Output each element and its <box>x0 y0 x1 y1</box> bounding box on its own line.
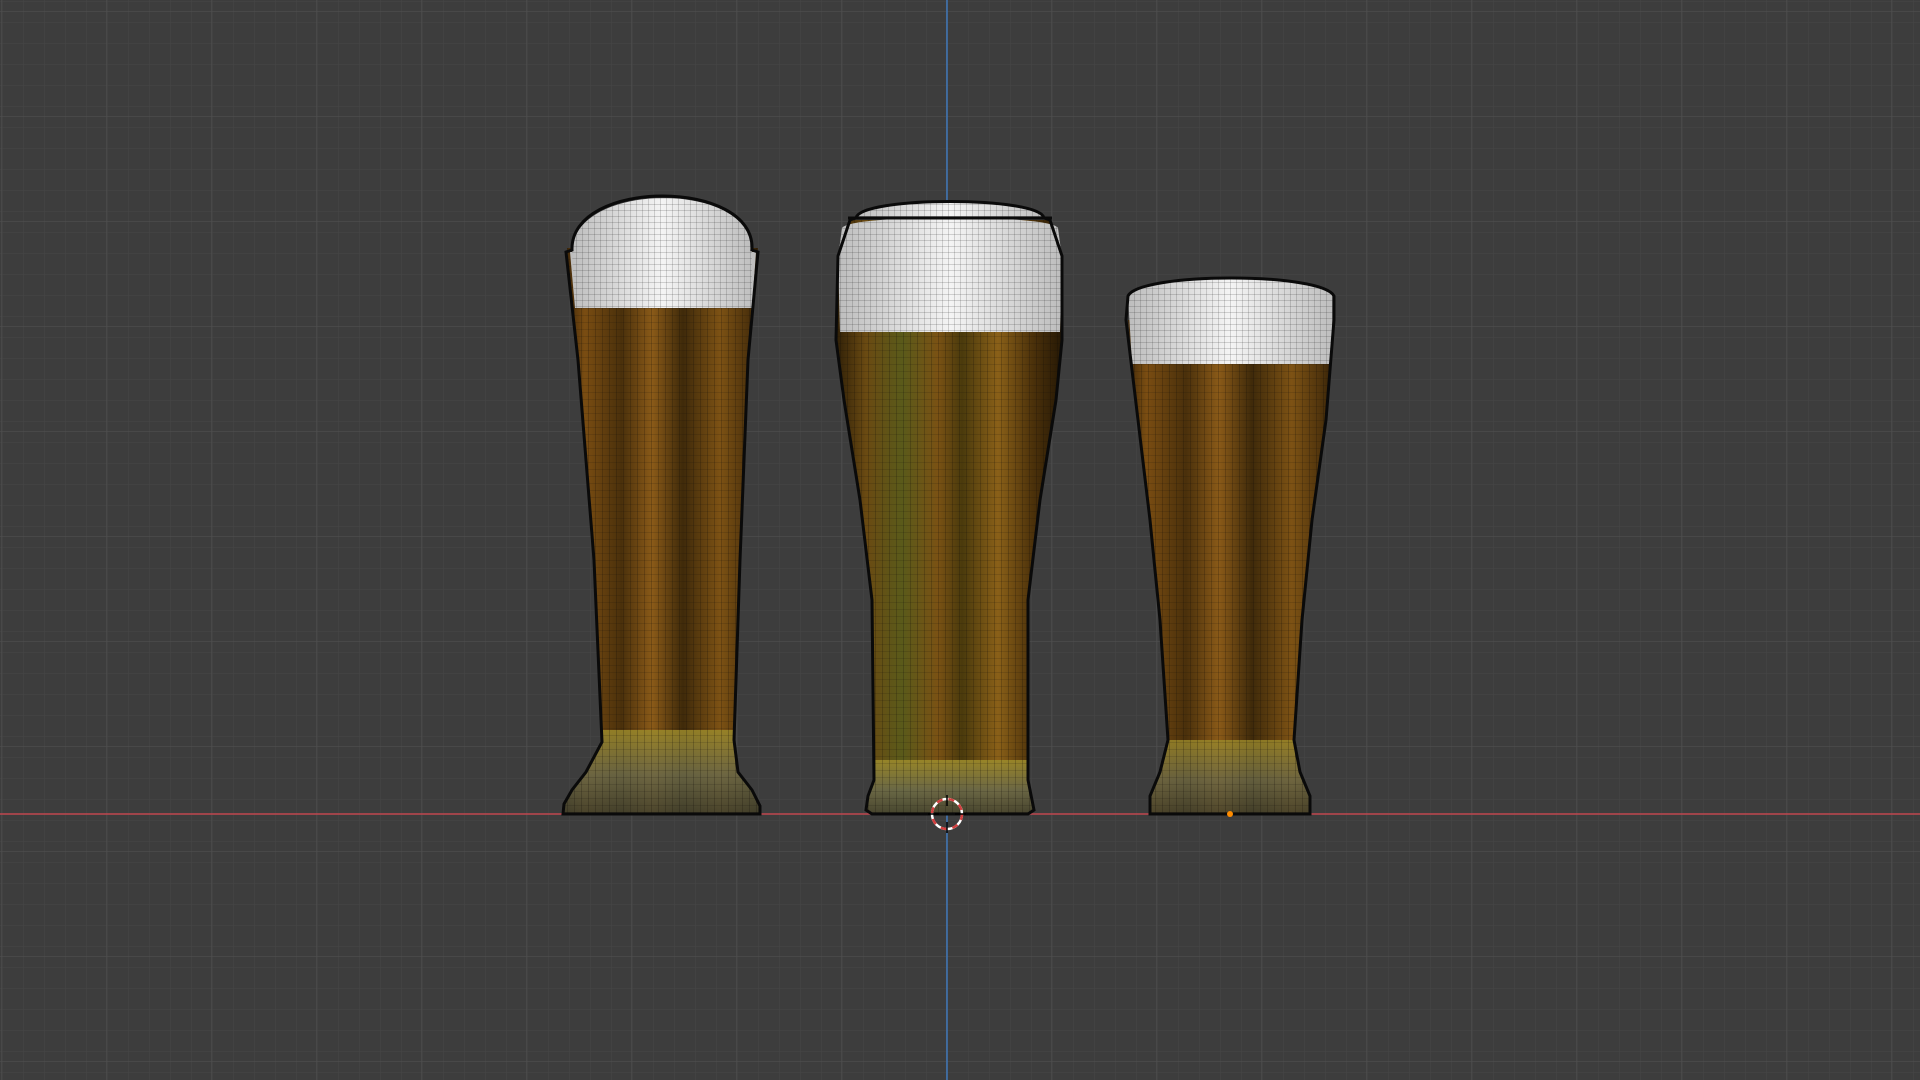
3d-viewport[interactable] <box>0 0 1920 1080</box>
object-origin-dot <box>1227 811 1233 817</box>
viewport-canvas[interactable] <box>0 0 1920 1080</box>
